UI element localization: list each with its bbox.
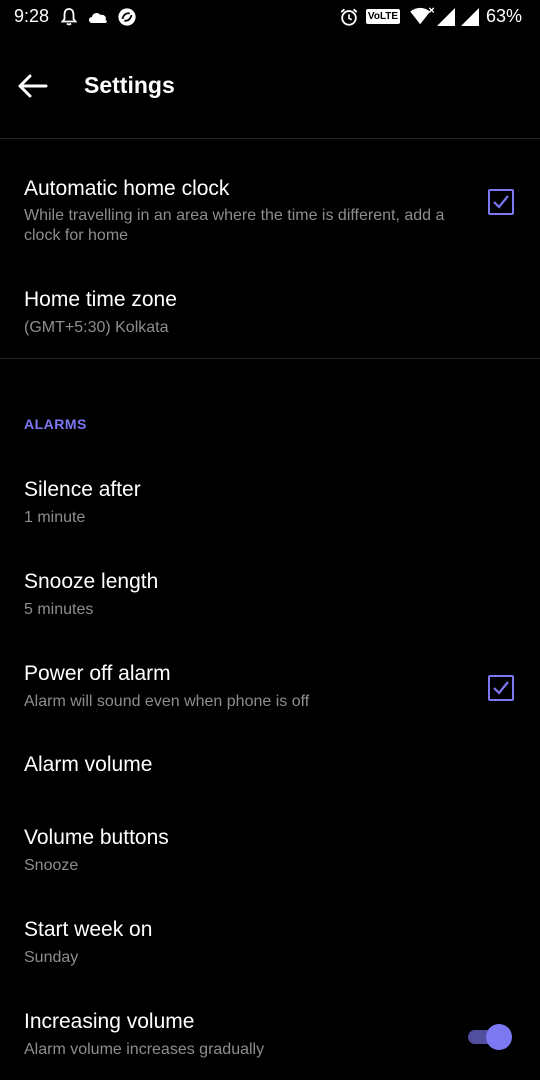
setting-title: Volume buttons — [24, 826, 169, 849]
setting-alarm-volume[interactable]: Alarm volume — [0, 742, 540, 798]
setting-home-time-zone[interactable]: Home time zone (GMT+5:30) Kolkata — [0, 276, 540, 352]
setting-summary: (GMT+5:30) Kolkata — [24, 319, 169, 336]
setting-title: Silence after — [24, 478, 141, 501]
page-title: Settings — [84, 72, 175, 98]
status-time: 9:28 — [14, 6, 50, 26]
increasing-volume-toggle[interactable] — [468, 1022, 512, 1052]
setting-summary: 1 minute — [24, 509, 86, 526]
setting-start-week-on[interactable]: Start week on Sunday — [0, 906, 540, 982]
setting-summary: Alarm will sound even when phone is off — [24, 693, 310, 710]
wifi-icon — [410, 7, 435, 25]
check-icon — [493, 195, 509, 209]
setting-title: Alarm volume — [24, 753, 153, 776]
automatic-home-clock-checkbox[interactable] — [488, 189, 514, 215]
section-header-alarms: ALARMS — [24, 416, 87, 432]
setting-title: Increasing volume — [24, 1010, 195, 1033]
setting-silence-after[interactable]: Silence after 1 minute — [0, 466, 540, 542]
divider — [0, 358, 540, 359]
setting-summary: 5 minutes — [24, 601, 94, 618]
volte-badge: VoLTE — [366, 9, 400, 24]
divider — [0, 138, 540, 139]
setting-title: Snooze length — [24, 570, 159, 593]
status-bar: 9:28 VoLTE 63% — [0, 0, 540, 34]
bell-icon — [60, 8, 78, 26]
setting-power-off-alarm[interactable]: Power off alarm Alarm will sound even wh… — [0, 650, 540, 726]
setting-summary: Snooze — [24, 857, 79, 874]
setting-volume-buttons[interactable]: Volume buttons Snooze — [0, 814, 540, 890]
signal-icon — [437, 8, 455, 26]
back-button[interactable] — [16, 68, 60, 104]
check-icon — [493, 681, 509, 695]
arrow-back-icon — [18, 74, 48, 98]
power-off-alarm-checkbox[interactable] — [488, 675, 514, 701]
setting-title: Automatic home clock — [24, 177, 230, 200]
setting-snooze-length[interactable]: Snooze length 5 minutes — [0, 558, 540, 634]
signal-icon — [461, 8, 479, 26]
toggle-thumb — [486, 1024, 512, 1050]
alarm-clock-icon — [340, 8, 358, 26]
toolbar: Settings — [0, 50, 540, 124]
setting-title: Start week on — [24, 918, 153, 941]
setting-automatic-home-clock[interactable]: Automatic home clock While travelling in… — [0, 162, 540, 264]
setting-summary: Alarm volume increases gradually — [24, 1041, 265, 1058]
setting-title: Home time zone — [24, 288, 177, 311]
setting-summary: Sunday — [24, 949, 79, 966]
sync-icon — [118, 8, 136, 26]
setting-summary: While travelling in an area where the ti… — [24, 207, 445, 244]
setting-title: Power off alarm — [24, 662, 171, 685]
cloud-icon — [89, 13, 107, 23]
battery-percent: 63% — [485, 6, 522, 26]
setting-increasing-volume[interactable]: Increasing volume Alarm volume increases… — [0, 998, 540, 1074]
